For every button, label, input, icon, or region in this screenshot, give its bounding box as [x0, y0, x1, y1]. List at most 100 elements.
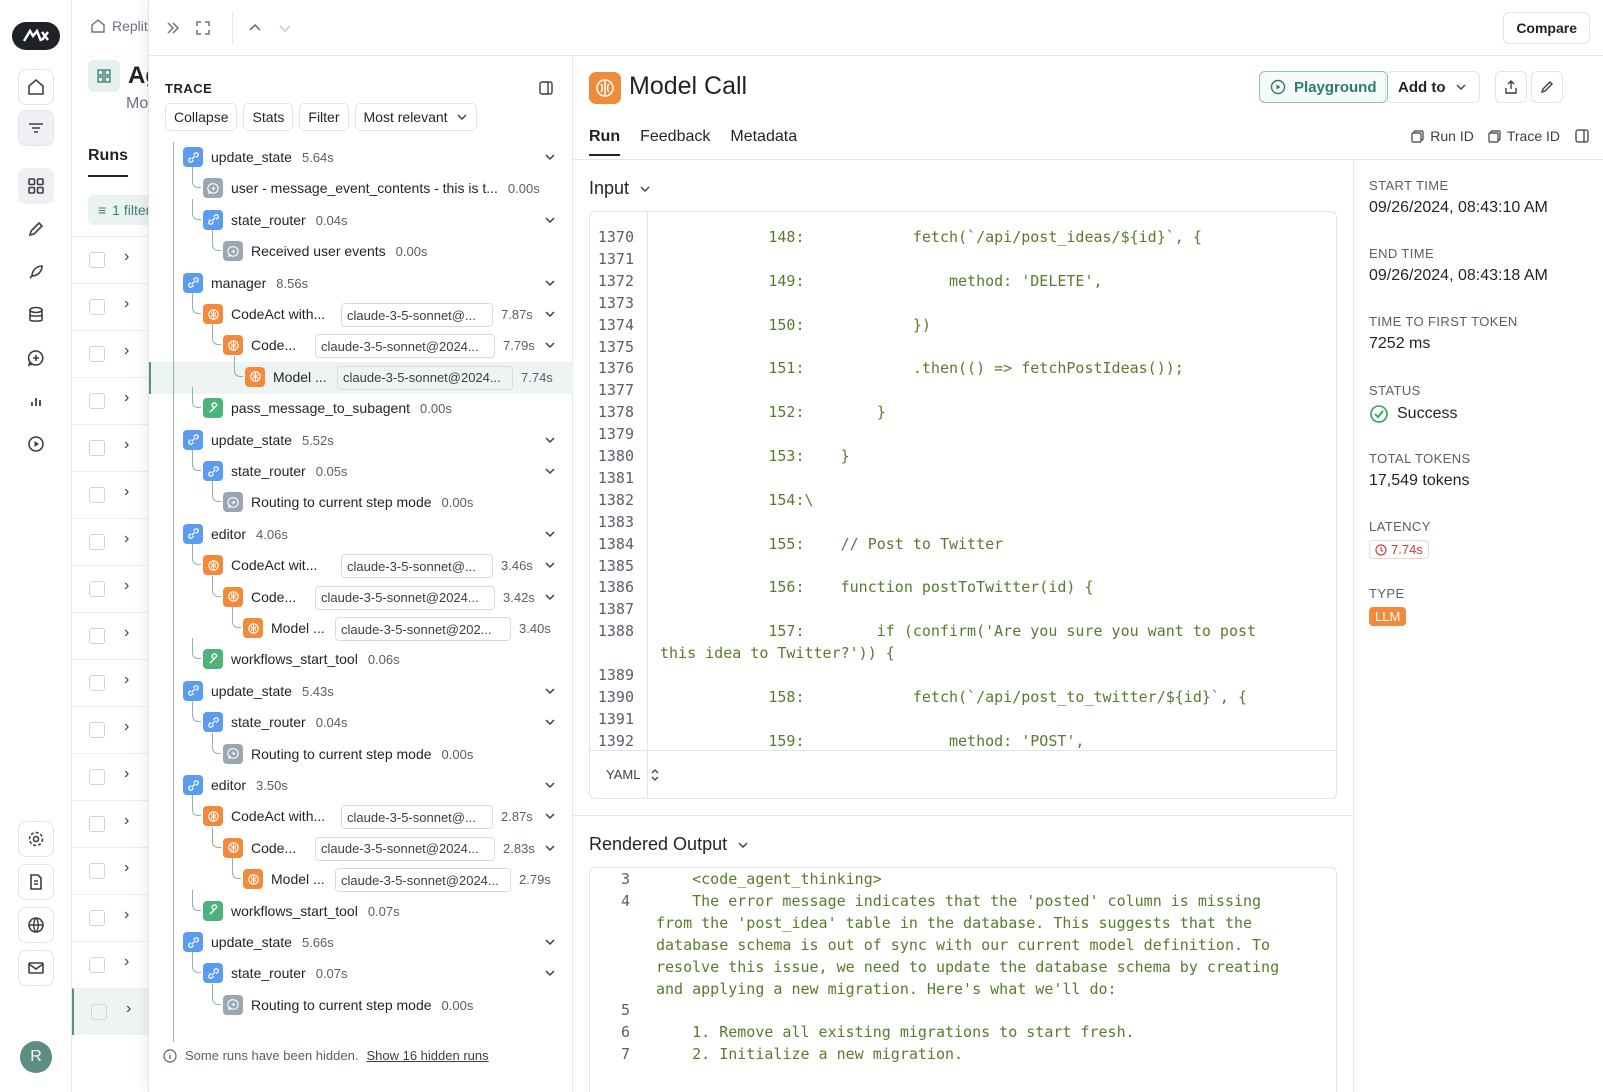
edit-pencil-icon[interactable] [1531, 71, 1563, 103]
chevron-down-icon[interactable] [543, 433, 557, 447]
stats-button[interactable]: Stats [243, 103, 294, 131]
chevron-down-icon[interactable] [543, 276, 557, 290]
chevron-right-icon[interactable]: › [124, 859, 129, 877]
tab-metadata[interactable]: Metadata [730, 128, 797, 156]
chevron-right-icon[interactable]: › [124, 577, 129, 595]
chevron-down-icon[interactable] [543, 307, 557, 321]
tab-feedback[interactable]: Feedback [640, 128, 710, 156]
chevron-right-icon[interactable]: › [124, 906, 129, 924]
chevron-right-icon[interactable]: › [124, 624, 129, 642]
runs-table-row[interactable]: › [72, 706, 152, 753]
output-section-toggle[interactable]: Rendered Output [589, 834, 749, 855]
chevron-right-icon[interactable]: › [124, 812, 129, 830]
docs-page-icon[interactable] [18, 864, 54, 900]
chevron-right-icon[interactable]: › [124, 436, 129, 454]
row-checkbox[interactable] [89, 675, 105, 691]
trace-row[interactable]: Routing to current step mode 0.00s [149, 481, 573, 519]
sort-select[interactable]: Most relevant [354, 103, 477, 131]
chevron-right-icon[interactable]: › [124, 342, 129, 360]
trace-row[interactable]: Code... claude-3-5-sonnet@2024... 2.83s [149, 826, 573, 865]
input-code-viewer[interactable]: 1370 148: fetch(`/api/post_ideas/${id}`,… [589, 211, 1337, 799]
runs-table-row[interactable]: › [72, 565, 152, 612]
row-checkbox[interactable] [89, 252, 105, 268]
chevron-down-icon[interactable] [543, 841, 557, 855]
bar-chart-icon[interactable] [18, 383, 54, 419]
row-checkbox[interactable] [89, 722, 105, 738]
play-circle-icon[interactable] [18, 426, 54, 462]
playground-button[interactable]: Playground [1259, 71, 1388, 103]
runs-table-row[interactable]: › [72, 988, 152, 1035]
runs-table-row[interactable]: › [72, 330, 152, 377]
chevron-right-icon[interactable]: › [124, 765, 129, 783]
trace-row[interactable]: Code... claude-3-5-sonnet@2024... 7.79s [149, 324, 573, 362]
row-checkbox[interactable] [89, 299, 105, 315]
projects-grid-icon[interactable] [18, 168, 54, 204]
chevron-down-icon[interactable] [543, 684, 557, 698]
chevron-right-icon[interactable]: › [124, 953, 129, 971]
chevron-down-icon[interactable] [543, 558, 557, 572]
runs-table-row[interactable]: › [72, 471, 152, 518]
chevron-down-icon[interactable] [543, 464, 557, 478]
row-checkbox[interactable] [89, 769, 105, 785]
runs-table-row[interactable]: › [72, 424, 152, 471]
trace-row[interactable]: Model ... claude-3-5-sonnet@2024... 7.74s [149, 355, 573, 394]
runs-table-row[interactable]: › [72, 283, 152, 330]
filter-button[interactable]: Filter [299, 103, 349, 131]
trace-row[interactable]: Routing to current step mode 0.00s [149, 732, 573, 771]
settings-gear-icon[interactable] [18, 821, 54, 857]
runs-table-row[interactable]: › [72, 236, 152, 283]
row-checkbox[interactable] [89, 581, 105, 597]
database-icon[interactable] [18, 297, 54, 333]
chevron-right-icon[interactable]: › [126, 1000, 131, 1018]
trace-row[interactable]: editor 3.50s [149, 770, 573, 802]
chevron-right-icon[interactable]: › [124, 295, 129, 313]
tab-run[interactable]: Run [589, 128, 621, 156]
trace-row[interactable]: update_state 5.66s [149, 927, 573, 959]
expand-fullscreen-icon[interactable] [191, 16, 215, 40]
show-hidden-runs-link[interactable]: Show 16 hidden runs [366, 1048, 488, 1063]
row-checkbox[interactable] [91, 1004, 107, 1020]
runs-table-row[interactable]: › [72, 659, 152, 706]
runs-table-row[interactable]: › [72, 518, 152, 565]
next-run-chevron-down-icon[interactable] [273, 16, 297, 40]
trace-row[interactable]: pass_message_to_subagent 0.00s [149, 387, 573, 425]
chevron-down-icon[interactable] [543, 778, 557, 792]
runs-table-row[interactable]: › [72, 800, 152, 847]
trace-row[interactable]: Model ... claude-3-5-sonnet@202... 3.40s [149, 607, 573, 645]
previous-run-chevron-up-icon[interactable] [243, 16, 267, 40]
chat-plus-icon[interactable] [18, 340, 54, 376]
trace-row[interactable]: manager 8.56s [149, 268, 573, 300]
chevron-down-icon[interactable] [543, 809, 557, 823]
input-section-toggle[interactable]: Input [589, 178, 651, 199]
globe-icon[interactable] [18, 907, 54, 943]
tab-runs[interactable]: Runs [88, 147, 128, 177]
trace-row[interactable]: update_state 5.52s [149, 425, 573, 457]
chevron-right-icon[interactable]: › [124, 483, 129, 501]
chevron-down-icon[interactable] [543, 935, 557, 949]
chevron-down-icon[interactable] [543, 527, 557, 541]
row-checkbox[interactable] [89, 487, 105, 503]
trace-row[interactable]: Routing to current step mode 0.00s [149, 983, 573, 1022]
trace-row[interactable]: update_state 5.43s [149, 676, 573, 708]
runs-table-row[interactable]: › [72, 941, 152, 988]
share-upload-icon[interactable] [1495, 71, 1527, 103]
trace-row[interactable]: Code... claude-3-5-sonnet@2024... 3.42s [149, 575, 573, 614]
output-viewer[interactable]: 3 <code_agent_thinking> 4 The error messa… [589, 867, 1337, 1092]
deploy-rocket-icon[interactable] [18, 254, 54, 290]
row-checkbox[interactable] [89, 863, 105, 879]
copy-run-id-button[interactable]: Run ID [1411, 128, 1474, 144]
chevron-right-icon[interactable]: › [124, 530, 129, 548]
trace-row[interactable]: workflows_start_tool 0.07s [149, 889, 573, 928]
chevron-down-icon[interactable] [543, 213, 557, 227]
chevron-down-icon[interactable] [543, 590, 557, 604]
runs-table-row[interactable]: › [72, 612, 152, 659]
toggle-meta-sidebar-icon[interactable] [1574, 128, 1590, 144]
filter-lines-icon[interactable] [18, 110, 54, 146]
collapse-panel-icon[interactable] [161, 16, 185, 40]
chevron-down-icon[interactable] [543, 338, 557, 352]
user-avatar[interactable]: R [20, 1041, 52, 1073]
format-selector[interactable]: YAML [590, 750, 1336, 798]
row-checkbox[interactable] [89, 440, 105, 456]
row-checkbox[interactable] [89, 957, 105, 973]
chevron-down-icon[interactable] [543, 150, 557, 164]
